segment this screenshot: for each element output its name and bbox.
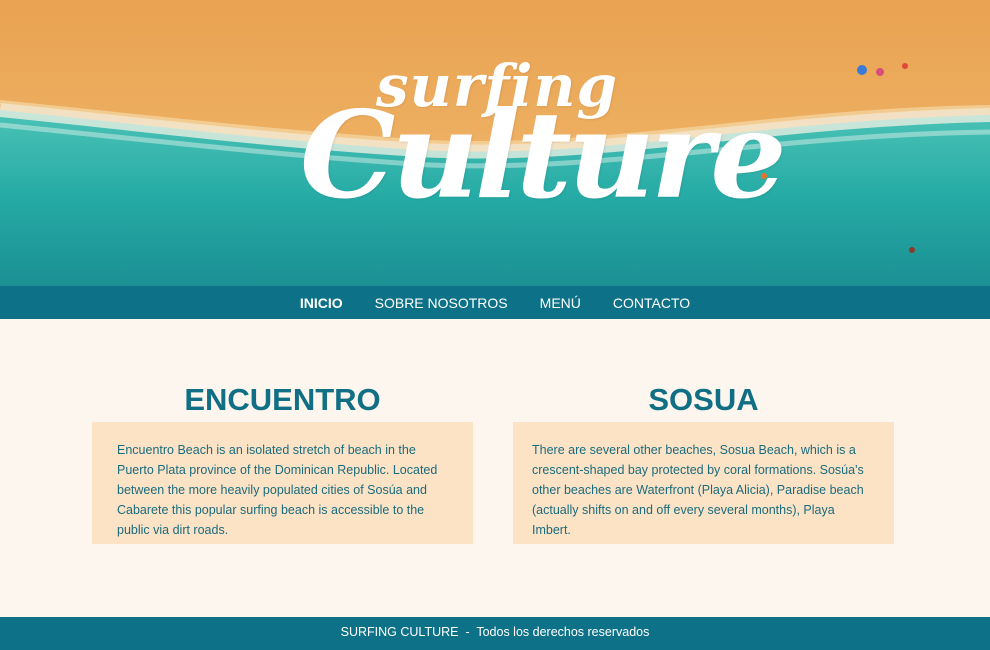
hero-banner: surfing Culture <box>0 0 990 286</box>
section-text-encuentro: Encuentro Beach is an isolated stretch o… <box>117 443 438 537</box>
footer-brand: SURFING CULTURE <box>340 625 459 639</box>
section-title-sosua: SOSUA <box>648 382 759 417</box>
section-sosua: SOSUA There are several other beaches, S… <box>513 378 894 544</box>
nav-item-inicio[interactable]: INICIO <box>300 295 343 311</box>
nav-item-menu[interactable]: MENÚ <box>540 295 581 311</box>
footer: SURFING CULTURE - Todos los derechos res… <box>0 617 990 650</box>
section-card-sosua: There are several other beaches, Sosua B… <box>513 422 894 544</box>
footer-separator: - <box>465 625 470 639</box>
logo-text-culture: Culture <box>300 85 787 226</box>
section-text-sosua: There are several other beaches, Sosua B… <box>532 443 864 537</box>
main-navigation: INICIO SOBRE NOSOTROS MENÚ CONTACTO <box>0 286 990 319</box>
nav-item-sobre-nosotros[interactable]: SOBRE NOSOTROS <box>375 295 508 311</box>
section-encuentro: ENCUENTRO Encuentro Beach is an isolated… <box>92 378 473 544</box>
footer-rights: Todos los derechos reservados <box>476 625 650 639</box>
section-card-encuentro: Encuentro Beach is an isolated stretch o… <box>92 422 473 544</box>
section-title-encuentro: ENCUENTRO <box>184 382 381 417</box>
nav-item-contacto[interactable]: CONTACTO <box>613 295 690 311</box>
